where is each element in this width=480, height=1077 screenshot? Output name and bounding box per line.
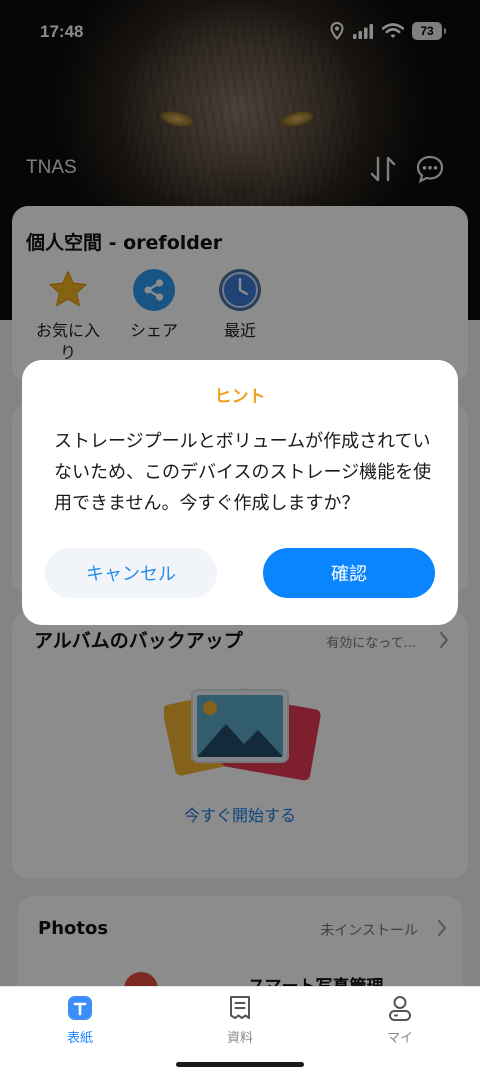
dialog-message: ストレージプールとボリュームが作成されていないため、このデバイスのストレージ機能… [54, 431, 432, 514]
dialog-title: ヒント [214, 387, 266, 407]
home-icon [68, 996, 92, 1020]
tab-home[interactable]: 表紙 [40, 993, 120, 1046]
home-indicator [176, 1062, 304, 1067]
tab-home-label: 表紙 [66, 1031, 93, 1046]
profile-icon [389, 996, 411, 1021]
tab-data[interactable]: 資料 [200, 993, 280, 1046]
tab-data-label: 資料 [226, 1031, 253, 1046]
cancel-button[interactable]: キャンセル [45, 548, 217, 598]
document-icon [230, 996, 250, 1019]
tab-mine-label: マイ [386, 1031, 413, 1046]
hint-dialog: ヒント ストレージプールとボリュームが作成されていないため、このデバイスのストレ… [22, 360, 458, 625]
confirm-button[interactable]: 確認 [263, 548, 435, 598]
tab-mine[interactable]: マイ [360, 993, 440, 1046]
